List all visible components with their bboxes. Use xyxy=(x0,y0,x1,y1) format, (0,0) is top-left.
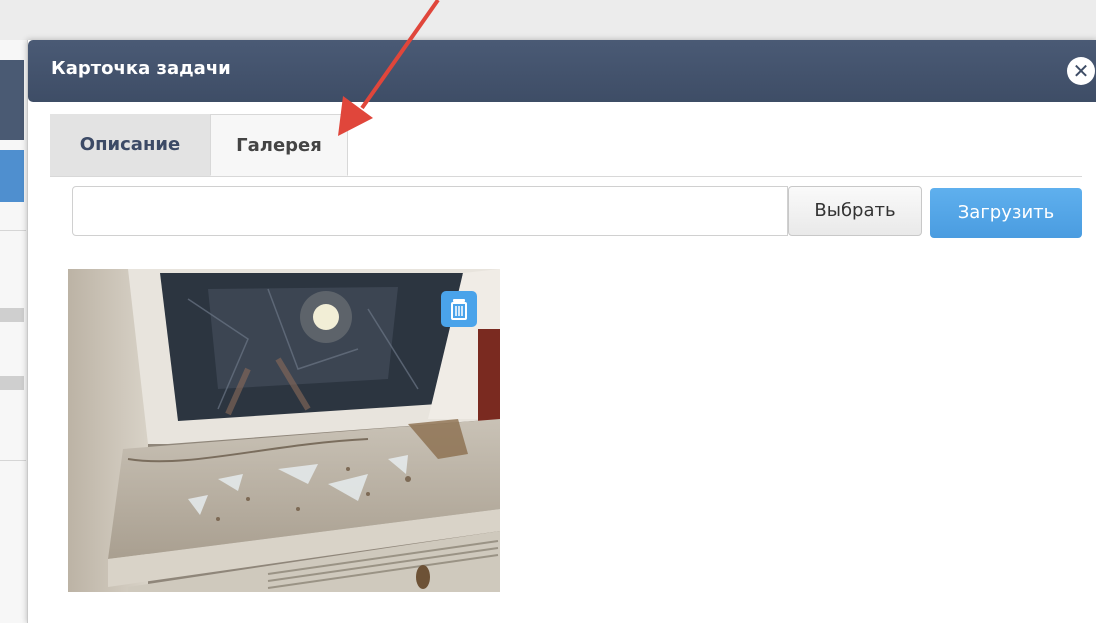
background-app xyxy=(0,0,1096,40)
background-divider xyxy=(0,460,26,461)
gallery-photo[interactable] xyxy=(68,269,500,592)
task-card-dialog: Карточка задачи ✕ Описание Галерея Выбра… xyxy=(27,40,1096,623)
broken-window-photo xyxy=(68,269,500,592)
dialog-title: Карточка задачи xyxy=(51,58,231,79)
close-icon[interactable]: ✕ xyxy=(1067,57,1095,85)
tab-description[interactable]: Описание xyxy=(50,114,210,176)
background-button-fragment xyxy=(0,150,24,202)
background-app-left xyxy=(0,40,28,623)
dialog-header: Карточка задачи ✕ xyxy=(28,40,1096,102)
upload-row: Выбрать Загрузить xyxy=(72,186,1082,238)
choose-file-button[interactable]: Выбрать xyxy=(788,186,922,236)
background-header-fragment xyxy=(0,60,24,140)
background-divider xyxy=(0,230,26,231)
tab-gallery[interactable]: Галерея xyxy=(210,114,348,176)
upload-button[interactable]: Загрузить xyxy=(930,188,1082,238)
background-row-fragment xyxy=(0,308,24,322)
file-path-input[interactable] xyxy=(72,186,788,236)
page: Карточка задачи ✕ Описание Галерея Выбра… xyxy=(0,0,1096,623)
tab-bar: Описание Галерея xyxy=(50,114,1082,177)
background-row-fragment xyxy=(0,376,24,390)
trash-icon[interactable] xyxy=(441,291,477,327)
